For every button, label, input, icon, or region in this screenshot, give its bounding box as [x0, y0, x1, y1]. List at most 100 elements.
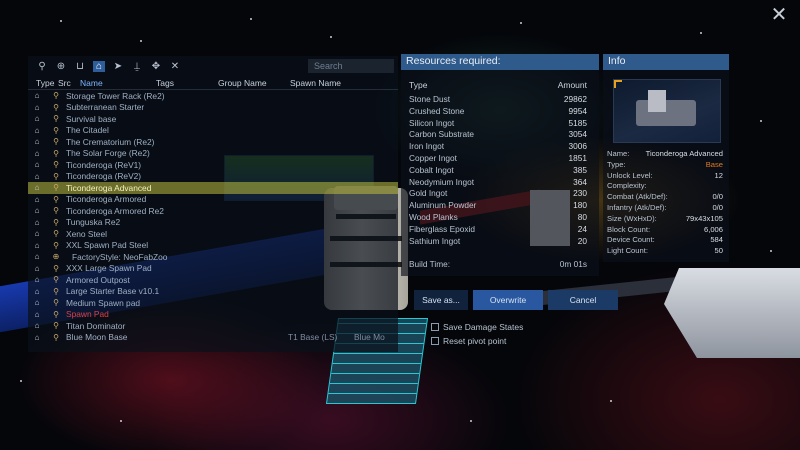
star — [610, 400, 612, 402]
info-value: 50 — [714, 246, 723, 256]
star — [760, 120, 762, 122]
res-col-type: Type — [409, 80, 428, 90]
info-value: 6,006 — [703, 224, 723, 234]
info-label: Combat (Atk/Def): — [607, 192, 668, 202]
resource-amount: 230 — [573, 188, 587, 199]
star — [60, 20, 62, 22]
col-name[interactable]: Name — [72, 78, 156, 88]
row-group: T1 Base (LS) — [288, 332, 338, 343]
table-row[interactable]: ⌂ ⚲ Subterranean Starter — [28, 102, 398, 114]
save-damage-checkbox[interactable] — [431, 323, 439, 331]
source-icon: ⚲ — [53, 263, 59, 273]
magnify-globe-icon[interactable]: ⊕ — [55, 61, 67, 72]
table-row[interactable]: ⌂ ⚲ Ticonderoga (ReV1) — [28, 159, 398, 171]
table-row[interactable]: ⌂ ⚲ Xeno Steel — [28, 228, 398, 240]
close-button[interactable]: ✕ — [768, 4, 790, 26]
source-icon: ⚲ — [53, 91, 59, 101]
resource-type: Sathium Ingot — [409, 235, 461, 246]
resource-amount: 9954 — [568, 105, 587, 116]
base-type-icon: ⌂ — [34, 148, 40, 158]
lander-icon[interactable]: ⍊ — [131, 61, 143, 72]
row-name: Armored Outpost — [66, 274, 130, 285]
resource-rows: Stone Dust 29862 Crushed Stone 9954 Silicon … — [401, 94, 599, 247]
col-spawn[interactable]: Spawn Name — [290, 78, 341, 88]
source-icon: ⚲ — [53, 137, 59, 147]
resource-amount: 180 — [573, 200, 587, 211]
build-time-value: 0m 01s — [559, 259, 587, 269]
source-icon: ⚲ — [53, 332, 59, 342]
base-type-icon: ⌂ — [34, 91, 40, 101]
table-row[interactable]: ⌂ ⚲ Ticonderoga Armored Re2 — [28, 205, 398, 217]
pin-icon[interactable]: ⚲ — [36, 61, 48, 72]
info-row: Unlock Level: 12 — [603, 171, 729, 182]
save-as-button[interactable]: Save as... — [414, 290, 468, 310]
resource-type: Stone Dust — [409, 94, 451, 104]
table-row[interactable]: ⌂ ⚲ Survival base — [28, 113, 398, 125]
search-input[interactable] — [308, 59, 394, 73]
table-row[interactable]: ⌂ ⚲ The Citadel — [28, 125, 398, 137]
ship-icon[interactable]: ➤ — [112, 61, 124, 72]
base-type-icon: ⌂ — [34, 183, 40, 193]
row-name: Medium Spawn pad — [66, 297, 141, 308]
row-name: The Solar Forge (Re2) — [66, 148, 150, 159]
resource-amount: 385 — [573, 164, 587, 175]
reset-pivot-option[interactable]: Reset pivot point — [431, 336, 506, 346]
star — [120, 420, 122, 422]
source-icon: ⚲ — [53, 148, 59, 158]
table-row[interactable]: ⌂ ⚲ XXX Large Spawn Pad — [28, 263, 398, 275]
table-row[interactable]: ⌂ ⚲ Medium Spawn pad — [28, 297, 398, 309]
table-row[interactable]: ⌂ ⚲ Spawn Pad — [28, 309, 398, 321]
save-damage-option[interactable]: Save Damage States — [431, 322, 523, 332]
source-icon: ⚲ — [53, 206, 59, 216]
table-row[interactable]: ⌂ ⚲ Large Starter Base v10.1 — [28, 286, 398, 298]
table-row[interactable]: ⌂ ⚲ Ticonderoga (ReV2) — [28, 171, 398, 183]
cancel-button[interactable]: Cancel — [548, 290, 618, 310]
bag-icon[interactable]: ⊔ — [74, 61, 86, 72]
table-row[interactable]: ⌂ ⚲ The Solar Forge (Re2) — [28, 148, 398, 160]
col-type[interactable]: Type — [28, 78, 54, 88]
table-row[interactable]: ⌂ ⚲ Storage Tower Rack (Re2) — [28, 90, 398, 102]
source-icon: ⚲ — [53, 286, 59, 296]
info-label: Infantry (Atk/Def): — [607, 202, 667, 212]
row-name: Storage Tower Rack (Re2) — [66, 90, 165, 101]
overwrite-button[interactable]: Overwrite — [473, 290, 543, 310]
row-name: Ticonderoga Advanced — [66, 182, 152, 193]
resource-type: Crushed Stone — [409, 105, 465, 116]
col-tags[interactable]: Tags — [156, 78, 218, 88]
resource-amount: 29862 — [563, 94, 587, 104]
row-name: XXX Large Spawn Pad — [66, 263, 152, 274]
table-row[interactable]: ⌂ ⚲ Titan Dominator — [28, 320, 398, 332]
reset-pivot-checkbox[interactable] — [431, 337, 439, 345]
table-row[interactable]: ⌂ ⚲ Blue Moon Base T1 Base (LS) Blue Mo — [28, 332, 398, 344]
info-row: Name: Ticonderoga Advanced — [603, 149, 729, 160]
base-type-icon: ⌂ — [34, 102, 40, 112]
table-row[interactable]: ⌂ ⚲ Ticonderoga Advanced — [28, 182, 398, 194]
cross-icon[interactable]: ✕ — [169, 61, 181, 72]
col-src[interactable]: Src — [50, 78, 72, 88]
resource-type: Gold Ingot — [409, 188, 448, 199]
resource-amount: 364 — [573, 176, 587, 187]
res-col-amount: Amount — [557, 80, 587, 90]
table-row[interactable]: ⌂ ⚲ Ticonderoga Armored — [28, 194, 398, 206]
resource-amount: 3054 — [568, 129, 587, 140]
source-icon: ⚲ — [53, 217, 59, 227]
info-value: 584 — [710, 235, 723, 245]
source-icon: ⚲ — [53, 240, 59, 250]
table-row[interactable]: ⌂ ⚲ Armored Outpost — [28, 274, 398, 286]
table-row[interactable]: ⌂ ⚲ XXL Spawn Pad Steel — [28, 240, 398, 252]
list-item[interactable]: ⌂ ⊕ FactoryStyle: NeoFabZoo — [28, 251, 398, 263]
star — [20, 380, 22, 382]
table-row[interactable]: ⌂ ⚲ The Crematorium (Re2) — [28, 136, 398, 148]
col-group[interactable]: Group Name — [218, 78, 290, 88]
info-label: Unlock Level: — [607, 170, 653, 180]
star — [140, 40, 142, 42]
base-type-icon: ⌂ — [34, 217, 40, 227]
info-value: 79x43x105 — [685, 213, 723, 223]
info-label: Size (WxHxD): — [607, 213, 657, 223]
source-icon: ⚲ — [53, 125, 59, 135]
star — [330, 36, 332, 38]
table-row[interactable]: ⌂ ⚲ Tunguska Re2 — [28, 217, 398, 229]
home-icon[interactable]: ⌂ — [93, 60, 105, 72]
drone-icon[interactable]: ✥ — [150, 61, 162, 72]
base-type-icon: ⌂ — [34, 137, 40, 147]
